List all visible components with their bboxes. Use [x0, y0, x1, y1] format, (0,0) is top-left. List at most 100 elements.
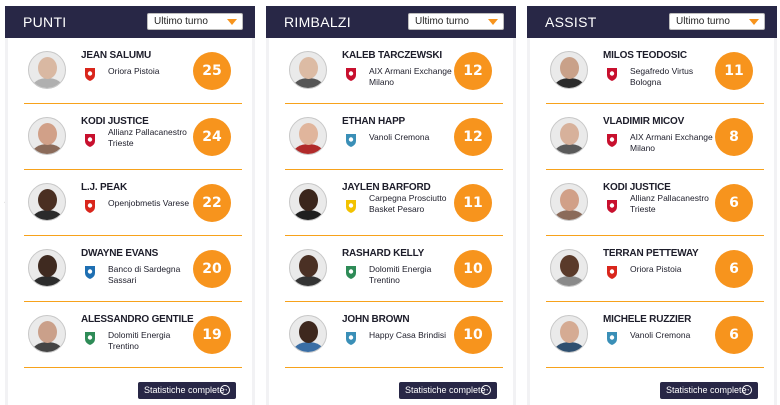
team-logo-icon — [346, 134, 356, 147]
player-avatar — [28, 51, 66, 89]
team-logo-icon — [607, 266, 617, 279]
stat-value-badge: 10 — [454, 250, 492, 288]
player-avatar — [28, 117, 66, 155]
player-avatar — [550, 249, 588, 287]
player-row[interactable]: TERRAN PETTEWAY Oriora Pistoia 6 — [530, 236, 774, 302]
round-filter-select[interactable]: Ultimo turno — [147, 13, 243, 30]
stat-value-badge: 11 — [454, 184, 492, 222]
player-row[interactable]: L.J. PEAK Openjobmetis Varese 22 — [8, 170, 252, 236]
player-name[interactable]: DWAYNE EVANS — [81, 248, 158, 259]
player-avatar — [28, 183, 66, 221]
player-name[interactable]: JAYLEN BARFORD — [342, 182, 431, 193]
team-logo-icon — [85, 332, 95, 345]
player-row[interactable]: KODI JUSTICE Allianz Pallacanestro Triest… — [8, 104, 252, 170]
team-logo-icon — [346, 68, 356, 81]
leaderboard-panel-assist: ASSIST Ultimo turno MILOS TEODOSIC Segafred… — [527, 6, 777, 405]
stat-value-badge: 12 — [454, 52, 492, 90]
team-logo-icon — [607, 200, 617, 213]
player-avatar — [289, 51, 327, 89]
full-stats-button[interactable]: Statistiche complete → — [660, 382, 758, 399]
player-name[interactable]: L.J. PEAK — [81, 182, 127, 193]
team-logo-icon — [346, 266, 356, 279]
row-divider — [285, 367, 503, 368]
player-avatar — [550, 51, 588, 89]
team-name: Vanoli Cremona — [630, 330, 691, 340]
player-avatar — [289, 117, 327, 155]
player-row[interactable]: DWAYNE EVANS Banco di Sardegna Sassari 20 — [8, 236, 252, 302]
round-filter-value: Ultimo turno — [676, 16, 730, 27]
team-logo-icon — [85, 200, 95, 213]
player-row[interactable]: RASHARD KELLY Dolomiti Energia Trentino 10 — [269, 236, 513, 302]
panel-title: ASSIST — [545, 14, 597, 30]
player-name[interactable]: JEAN SALUMU — [81, 50, 151, 61]
player-avatar — [289, 315, 327, 353]
player-row[interactable]: JEAN SALUMU Oriora Pistoia 25 — [8, 38, 252, 104]
player-name[interactable]: VLADIMIR MICOV — [603, 116, 684, 127]
player-name[interactable]: ETHAN HAPP — [342, 116, 405, 127]
arrow-right-circle-icon: → — [481, 385, 491, 395]
player-avatar — [28, 315, 66, 353]
round-filter-select[interactable]: Ultimo turno — [408, 13, 504, 30]
stat-value-badge: 22 — [193, 184, 231, 222]
team-logo-icon — [607, 134, 617, 147]
team-logo-icon — [607, 332, 617, 345]
stat-value-badge: 19 — [193, 316, 231, 354]
team-logo-icon — [607, 68, 617, 81]
panel-header: PUNTI Ultimo turno — [5, 6, 255, 38]
player-name[interactable]: TERRAN PETTEWAY — [603, 248, 699, 259]
player-avatar — [550, 183, 588, 221]
player-row[interactable]: ALESSANDRO GENTILE Dolomiti Energia Trent… — [8, 302, 252, 368]
team-name: Allianz Pallacanestro Trieste — [108, 127, 187, 148]
player-name[interactable]: KODI JUSTICE — [81, 116, 149, 127]
panel-list: JEAN SALUMU Oriora Pistoia 25 KODI JUSTICE A… — [8, 38, 252, 405]
team-name: Oriora Pistoia — [108, 66, 160, 76]
player-name[interactable]: RASHARD KELLY — [342, 248, 424, 259]
full-stats-button[interactable]: Statistiche complete → — [399, 382, 497, 399]
team-name: AIX Armani Exchange Milano — [630, 132, 713, 153]
team-name: AIX Armani Exchange Milano — [369, 66, 452, 87]
player-name[interactable]: KALEB TARCZEWSKI — [342, 50, 442, 61]
player-row[interactable]: VLADIMIR MICOV AIX Armani Exchange Milano… — [530, 104, 774, 170]
team-logo-icon — [85, 68, 95, 81]
caret-down-icon — [227, 19, 237, 25]
team-name: Allianz Pallacanestro Trieste — [630, 193, 709, 214]
stat-value-badge: 8 — [715, 118, 753, 156]
stat-value-badge: 6 — [715, 184, 753, 222]
player-avatar — [550, 315, 588, 353]
full-stats-label: Statistiche complete — [405, 385, 486, 395]
round-filter-value: Ultimo turno — [415, 16, 469, 27]
team-name: Dolomiti Energia Trentino — [369, 264, 432, 285]
player-name[interactable]: MILOS TEODOSIC — [603, 50, 687, 61]
stat-value-badge: 20 — [193, 250, 231, 288]
team-name: Segafredo Virtus Bologna — [630, 66, 694, 87]
player-row[interactable]: MILOS TEODOSIC Segafredo Virtus Bologna 11 — [530, 38, 774, 104]
arrow-right-circle-icon: → — [220, 385, 230, 395]
panel-list: MILOS TEODOSIC Segafredo Virtus Bologna 11… — [530, 38, 774, 405]
player-name[interactable]: JOHN BROWN — [342, 314, 410, 325]
player-name[interactable]: KODI JUSTICE — [603, 182, 671, 193]
panel-header: RIMBALZI Ultimo turno — [266, 6, 516, 38]
caret-down-icon — [488, 19, 498, 25]
player-row[interactable]: KALEB TARCZEWSKI AIX Armani Exchange Mila… — [269, 38, 513, 104]
team-name: Openjobmetis Varese — [108, 198, 190, 208]
stat-value-badge: 12 — [454, 118, 492, 156]
leaderboard-panel-rimbalzi: RIMBALZI Ultimo turno KALEB TARCZEWSKI AIX … — [266, 6, 516, 405]
full-stats-button[interactable]: Statistiche complete → — [138, 382, 236, 399]
stat-value-badge: 6 — [715, 250, 753, 288]
panel-list: KALEB TARCZEWSKI AIX Armani Exchange Mila… — [269, 38, 513, 405]
stat-value-badge: 11 — [715, 52, 753, 90]
row-divider — [24, 367, 242, 368]
player-row[interactable]: KODI JUSTICE Allianz Pallacanestro Triest… — [530, 170, 774, 236]
round-filter-select[interactable]: Ultimo turno — [669, 13, 765, 30]
player-name[interactable]: MICHELE RUZZIER — [603, 314, 691, 325]
stat-value-badge: 10 — [454, 316, 492, 354]
stat-value-badge: 24 — [193, 118, 231, 156]
player-row[interactable]: JAYLEN BARFORD Carpegna Prosciutto Basket… — [269, 170, 513, 236]
player-row[interactable]: MICHELE RUZZIER Vanoli Cremona 6 — [530, 302, 774, 368]
player-row[interactable]: ETHAN HAPP Vanoli Cremona 12 — [269, 104, 513, 170]
player-row[interactable]: JOHN BROWN Happy Casa Brindisi 10 — [269, 302, 513, 368]
player-avatar — [289, 183, 327, 221]
player-name[interactable]: ALESSANDRO GENTILE — [81, 314, 194, 325]
stat-value-badge: 25 — [193, 52, 231, 90]
team-name: Dolomiti Energia Trentino — [108, 330, 171, 351]
